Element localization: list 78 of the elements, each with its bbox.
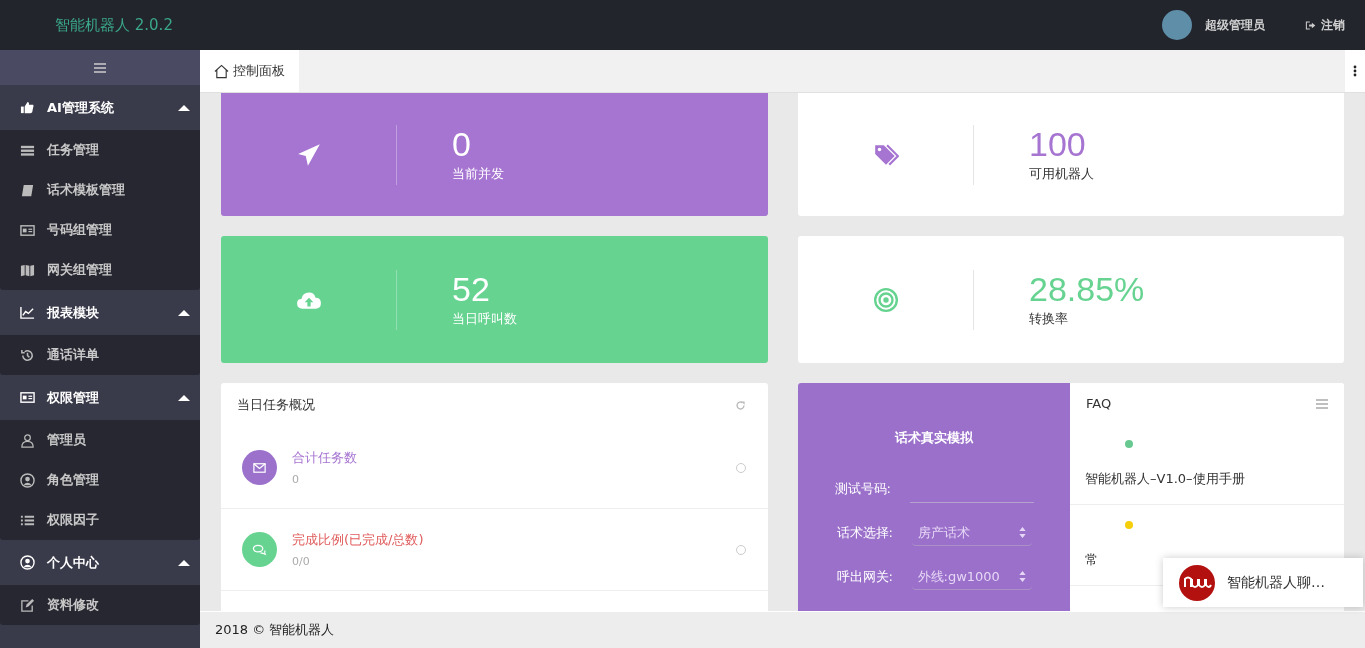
sidebar-group-label: 权限管理 [47,388,100,407]
task-value: 0 [292,473,300,486]
sidebar-item[interactable]: 网关组管理 [0,250,200,290]
stat-label: 当前并发 [452,165,504,184]
menu-icon[interactable] [1316,398,1328,409]
history-icon [20,347,35,363]
stat-value: 100 [1029,125,1087,164]
logout-icon [1305,19,1316,31]
envelope-icon [252,460,267,475]
sidebar-item-label: 管理员 [47,431,86,449]
sidebar-group-label: 报表模块 [47,303,100,322]
menu-toggle-button[interactable] [0,50,200,85]
user-name[interactable]: 超级管理员 [1205,16,1265,34]
stat-value: 0 [452,125,472,164]
user-circle-icon [20,472,35,488]
sidebar-item[interactable]: 任务管理 [0,130,200,170]
field-label: 话术选择: [836,524,894,542]
sidebar-group-header[interactable]: 权限管理 [0,375,200,420]
sidebar-item-label: 资料修改 [47,596,99,614]
up-down-arrows-icon [1018,571,1026,582]
tab-label: 控制面板 [233,62,285,80]
sidebar-item-label: 任务管理 [47,141,99,159]
task-value: 0/0 [292,555,311,568]
panel-title: 当日任务概况 [237,396,315,414]
chat-bubbles-icon [252,542,267,557]
sidebar-item[interactable]: 号码组管理 [0,210,200,250]
refresh-icon[interactable] [735,399,746,411]
sidebar-item[interactable]: 话术模板管理 [0,170,200,210]
target-icon [872,286,899,313]
edit-icon [20,597,35,613]
logout-link[interactable]: 注销 [1321,16,1345,34]
user-icon [20,432,35,448]
sidebar-item-label: 网关组管理 [47,261,112,279]
menu-icon [94,62,106,73]
avatar[interactable] [1162,10,1192,40]
stat-label: 转换率 [1029,310,1069,329]
panel-title: FAQ [1086,396,1112,411]
simulator-title: 话术真实模拟 [895,429,973,447]
id-card-icon [20,222,35,238]
home-icon [214,63,229,79]
id-card-icon [20,390,35,405]
task-title: 合计任务数 [292,449,358,467]
sidebar-item[interactable]: 通话详单 [0,335,200,375]
footer-text: 2018 © 智能机器人 [215,621,335,639]
sidebar-group-header[interactable]: 报表模块 [0,290,200,335]
sidebar-item[interactable]: 角色管理 [0,460,200,500]
sidebar-item-label: 号码组管理 [47,221,112,239]
sidebar-item-label: 话术模板管理 [47,181,125,199]
tab[interactable]: 控制面板 [200,50,299,92]
more-icon [1353,65,1357,77]
chat-popup[interactable]: 智能机器人聊… [1163,558,1363,607]
stat-value: 52 [452,270,491,309]
faq-link[interactable]: 智能机器人–V1.0–使用手册 [1085,470,1329,488]
sidebar-group-label: 个人中心 [47,553,100,572]
field-label: 测试号码: [834,480,892,498]
sidebar-group-header[interactable]: AI管理系统 [0,85,200,130]
stat-label: 可用机器人 [1029,165,1094,184]
sidebar-item-label: 通话详单 [47,346,99,364]
sidebar-group-header[interactable]: 个人中心 [0,540,200,585]
app-logo-title: 智能机器人 2.0.2 [55,15,173,35]
sidebar-item-label: 权限因子 [47,511,99,529]
field-label: 呼出网关: [836,568,894,586]
sidebar-item[interactable]: 资料修改 [0,585,200,625]
map-icon [20,262,35,278]
thumbs-up-icon [20,100,35,115]
book-icon [20,182,35,198]
task-title: 完成比例(已完成/总数) [292,531,425,549]
sidebar-item[interactable]: 管理员 [0,420,200,460]
more-options-button[interactable] [1345,50,1365,92]
up-down-arrows-icon [1018,527,1026,538]
logo-icon [1179,564,1215,601]
stat-value: 28.85% [1029,270,1145,309]
sidebar-item[interactable]: 权限因子 [0,500,200,540]
user-circle-icon [20,555,35,570]
sidebar-group-label: AI管理系统 [47,98,115,117]
line-chart-icon [20,305,35,320]
sidebar-item-label: 角色管理 [47,471,99,489]
stat-label: 当日呼叫数 [452,310,517,329]
